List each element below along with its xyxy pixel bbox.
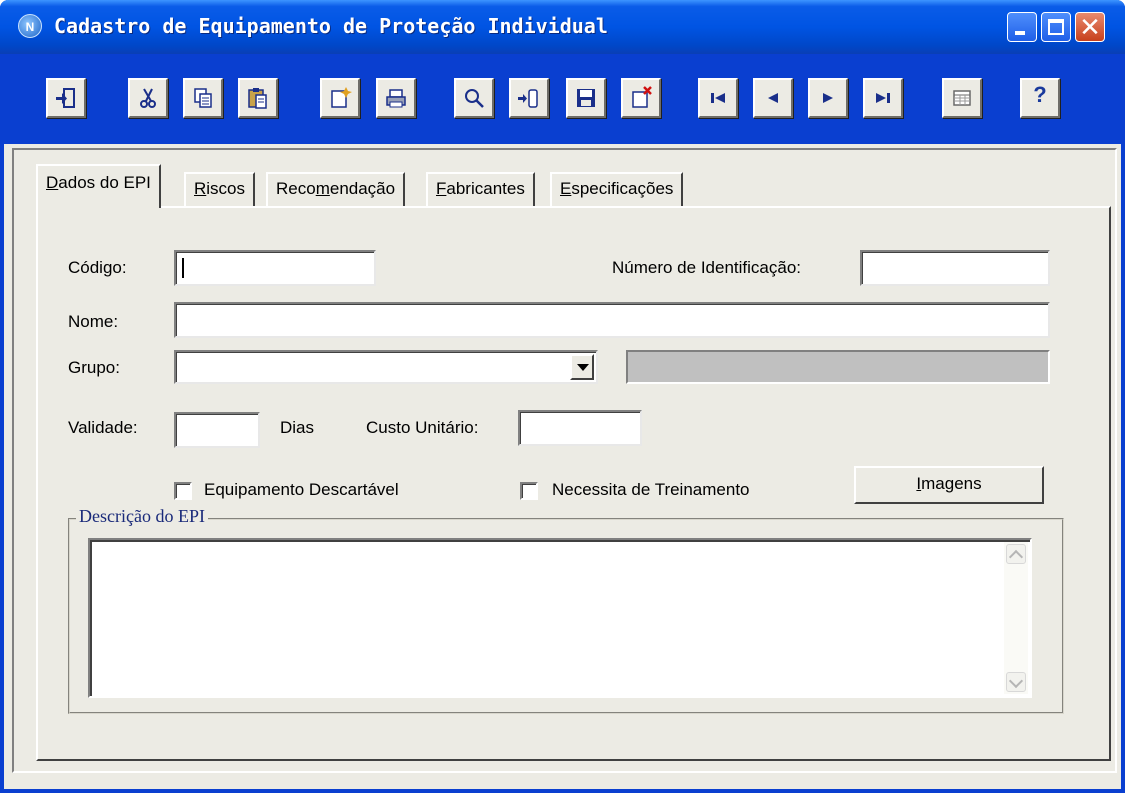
toolbar: ?	[4, 54, 1121, 144]
tab-label-part: abricantes	[446, 179, 525, 198]
tab-mnemonic: E	[560, 179, 572, 198]
save-icon	[577, 89, 595, 107]
validade-label: Validade:	[68, 418, 138, 437]
tab-riscos[interactable]: Riscos	[184, 172, 256, 206]
tab-mnemonic: D	[46, 173, 59, 192]
equipamento-descartavel-label: Equipamento Descartável	[204, 480, 399, 499]
grupo-label: Grupo:	[68, 358, 120, 377]
close-icon: ✕	[1079, 12, 1101, 42]
tab-recomendacao[interactable]: Recomendação	[266, 172, 406, 206]
print-icon	[386, 89, 406, 108]
save-button[interactable]	[566, 78, 606, 118]
previous-record-icon	[768, 93, 778, 103]
close-button[interactable]: ✕	[1075, 12, 1105, 42]
print-button[interactable]	[376, 78, 416, 118]
nome-input[interactable]	[174, 302, 1050, 338]
help-icon: ?	[1033, 82, 1047, 107]
chevron-down-icon	[577, 364, 589, 371]
tab-mnemonic: F	[436, 179, 447, 198]
necessita-treinamento-label: Necessita de Treinamento	[552, 480, 750, 499]
codigo-label: Código:	[68, 258, 127, 277]
text-caret	[182, 258, 184, 278]
insert-button[interactable]	[509, 78, 549, 118]
grupo-select[interactable]	[174, 350, 598, 384]
new-record-button[interactable]	[320, 78, 360, 118]
first-record-icon	[711, 93, 725, 103]
delete-record-icon	[632, 86, 652, 108]
chevron-up-icon	[1008, 549, 1024, 565]
necessita-treinamento-checkbox[interactable]	[520, 482, 538, 500]
dias-label: Dias	[280, 418, 315, 437]
cut-icon	[140, 88, 156, 108]
grupo-dropdown-button[interactable]	[570, 354, 594, 380]
grid-view-button[interactable]	[942, 78, 982, 118]
help-button[interactable]: ?	[1020, 78, 1060, 118]
next-record-icon	[823, 93, 833, 103]
last-record-icon	[876, 93, 890, 103]
numero-identificacao-input[interactable]	[860, 250, 1050, 286]
minimize-button[interactable]	[1007, 12, 1037, 42]
exit-icon	[56, 88, 75, 108]
numero-identificacao-label: Número de Identificação:	[612, 258, 801, 277]
tab-especificacoes[interactable]: Especificações	[550, 172, 684, 206]
paste-icon	[248, 88, 267, 109]
cut-button[interactable]	[128, 78, 168, 118]
tab-label-part: specificações	[571, 179, 674, 198]
delete-record-button[interactable]	[621, 78, 661, 118]
tab-mnemonic: R	[194, 179, 207, 198]
exit-button[interactable]	[46, 78, 86, 118]
nome-label: Nome:	[68, 312, 119, 331]
maximize-icon	[1048, 19, 1064, 35]
tab-label-part: endação	[329, 179, 396, 198]
content-area: Dados do EPI Riscos Recomendação Fabrica…	[12, 148, 1117, 773]
last-record-button[interactable]	[863, 78, 903, 118]
maximize-button[interactable]	[1041, 12, 1071, 42]
tab-label-part: Reco	[276, 179, 316, 198]
tab-mnemonic: m	[315, 179, 330, 198]
scroll-down-button[interactable]	[1006, 672, 1026, 692]
descricao-group-label: Descrição do EPI	[76, 506, 208, 527]
custo-unitario-label: Custo Unitário:	[366, 418, 479, 437]
minimize-icon	[1015, 31, 1025, 35]
app-icon[interactable]: N	[18, 14, 42, 38]
title-bar[interactable]: N Cadastro de Equipamento de Proteção In…	[0, 0, 1125, 54]
tab-fabricantes[interactable]: Fabricantes	[426, 172, 535, 206]
window-title: Cadastro de Equipamento de Proteção Indi…	[54, 14, 608, 38]
paste-button[interactable]	[238, 78, 278, 118]
imagens-label: magens	[921, 474, 982, 493]
grupo-descricao-field	[626, 350, 1050, 384]
descricao-textarea[interactable]	[88, 538, 1032, 698]
copy-icon	[194, 88, 212, 108]
next-record-button[interactable]	[808, 78, 848, 118]
validade-input[interactable]	[174, 412, 260, 448]
custo-unitario-input[interactable]	[518, 410, 642, 446]
scroll-up-button[interactable]	[1006, 544, 1026, 565]
grid-view-icon	[953, 90, 971, 106]
first-record-button[interactable]	[698, 78, 738, 118]
search-icon	[465, 89, 484, 108]
tab-dados-do-epi[interactable]: Dados do EPI	[36, 164, 161, 208]
chevron-down-icon	[1008, 673, 1024, 689]
search-button[interactable]	[454, 78, 494, 118]
equipamento-descartavel-checkbox[interactable]	[174, 482, 192, 500]
codigo-input[interactable]	[174, 250, 376, 286]
tab-panel-dados-do-epi: Código: Número de Identificação: Nome: G…	[36, 206, 1111, 761]
copy-button[interactable]	[183, 78, 223, 118]
tab-label-part: iscos	[206, 179, 246, 198]
descricao-scrollbar[interactable]	[1004, 542, 1028, 694]
previous-record-button[interactable]	[753, 78, 793, 118]
imagens-button[interactable]: Imagens	[854, 466, 1044, 504]
insert-icon	[518, 89, 538, 108]
tab-label-part: ados do EPI	[58, 173, 151, 192]
new-record-icon	[331, 87, 352, 108]
main-window: N Cadastro de Equipamento de Proteção In…	[0, 0, 1125, 793]
